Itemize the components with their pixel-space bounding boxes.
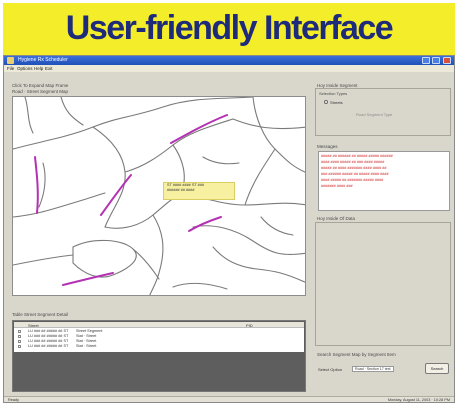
search-field-label: Select Option: [318, 367, 343, 372]
column-header-pid[interactable]: PID: [246, 323, 253, 328]
status-left: Ready: [8, 398, 19, 402]
road: [60, 97, 84, 126]
search-input[interactable]: Road · Section 17 text: [352, 366, 394, 372]
menu-help[interactable]: Help: [34, 66, 43, 71]
road: [124, 118, 234, 173]
detail-cell: Stat · Street: [76, 339, 97, 343]
road: [38, 162, 46, 208]
message-line: #### ##### ## ####### ##### ####: [321, 178, 384, 182]
road: [172, 282, 228, 290]
close-icon[interactable]: [443, 57, 451, 64]
road: [72, 239, 137, 278]
message-line: ### ###### ##### ## ##### #### ####: [321, 172, 389, 176]
app-icon: [7, 57, 14, 64]
tooltip-line: ###### ## ####: [167, 188, 195, 192]
highlighted-road: [62, 272, 114, 286]
column-header-street[interactable]: Street: [28, 323, 39, 328]
table-body: Street PID LU ### ## ##### ## ST Street …: [14, 322, 304, 352]
row-checkbox[interactable]: [18, 345, 21, 348]
message-line: ##### ## #### ####### #### #### ##: [321, 166, 387, 170]
highlighted-road: [34, 156, 39, 214]
road: [13, 97, 254, 150]
map-tooltip: ST #### #### ST ### ###### ## ####: [163, 182, 235, 200]
message-line: #### #### ##### ## ### #### #####: [321, 160, 385, 164]
maximize-icon[interactable]: [432, 57, 440, 64]
row-checkbox[interactable]: [18, 335, 21, 338]
menu-options[interactable]: Options: [17, 66, 33, 71]
segment-table: Street PID LU ### ## ##### ## ST Street …: [12, 320, 306, 392]
status-right: Monday, August 11, 2003 · 10:28 PM: [387, 398, 450, 402]
road: [244, 148, 276, 206]
selected-data-box: [315, 222, 451, 346]
detail-cell: Stat · Street: [76, 334, 97, 338]
minimize-icon[interactable]: [422, 57, 430, 64]
selection-types-title: Selection Types: [319, 91, 348, 96]
menu-exit[interactable]: Exit: [45, 66, 53, 71]
road-network: [13, 97, 305, 295]
status-bar: Ready Monday, August 11, 2003 · 10:28 PM: [4, 396, 454, 402]
app-window: Hygiene Rx Scheduler File Options Help E…: [3, 55, 455, 403]
title-bar: Hygiene Rx Scheduler: [4, 56, 454, 65]
streets-radio[interactable]: [324, 100, 328, 104]
messages-box: ##### ## ###### ## ##### ##### ###### ##…: [318, 151, 450, 211]
detail-cell: Street Segment: [76, 329, 103, 333]
table-row[interactable]: LU ### ## ##### ## ST Stat · Street: [14, 344, 304, 349]
street-cell: LU ### ## ##### ## ST: [28, 344, 69, 348]
selection-group: Selection Types Streets Road Segment Typ…: [315, 88, 451, 136]
road: [92, 126, 126, 228]
road: [232, 118, 305, 130]
road: [149, 214, 164, 295]
map-panel-subtitle: Road · Street Segment Map: [12, 89, 69, 94]
streets-option-label: Streets: [330, 100, 343, 105]
road: [192, 225, 305, 256]
highlighted-road: [100, 174, 132, 216]
menu-file[interactable]: File: [7, 66, 14, 71]
road: [212, 246, 305, 283]
street-cell: LU ### ## ##### ## ST: [28, 334, 69, 338]
row-checkbox[interactable]: [18, 330, 21, 333]
street-cell: LU ### ## ##### ## ST: [28, 329, 69, 333]
window-title: Hygiene Rx Scheduler: [18, 57, 68, 63]
message-line: ####### #### ###: [321, 184, 353, 188]
messages-title: Messages: [317, 144, 338, 149]
table-panel-title: Table Street Segment Detail: [12, 312, 69, 317]
banner-title: User-friendly Interface: [65, 9, 394, 47]
road: [132, 248, 160, 280]
search-button[interactable]: Search: [425, 363, 449, 374]
road-segment-type-label: Road Segment Type: [356, 112, 393, 117]
map-panel-title: Click To Expand Map Frame: [12, 83, 69, 88]
search-group-title: Search Segment Map by Segment Item: [317, 352, 396, 357]
road: [202, 156, 240, 165]
banner: User-friendly Interface: [3, 3, 455, 55]
road: [252, 97, 305, 173]
detail-cell: Stat · Street: [76, 344, 97, 348]
highlighted-road: [170, 114, 228, 144]
street-cell: LU ### ## ##### ## ST: [28, 339, 69, 343]
table-header: Street PID: [14, 322, 304, 328]
road: [24, 97, 34, 134]
map-view[interactable]: ST #### #### ST ### ###### ## ####: [12, 96, 306, 296]
row-checkbox[interactable]: [18, 340, 21, 343]
message-line: ##### ## ###### ## ##### ##### ######: [321, 154, 393, 158]
road: [260, 216, 294, 236]
selected-data-title: Hoy Inside Of Data: [317, 216, 356, 221]
road: [13, 254, 74, 266]
highlighted-road: [188, 216, 222, 232]
menu-bar: File Options Help Exit: [4, 65, 454, 72]
road: [13, 192, 106, 218]
